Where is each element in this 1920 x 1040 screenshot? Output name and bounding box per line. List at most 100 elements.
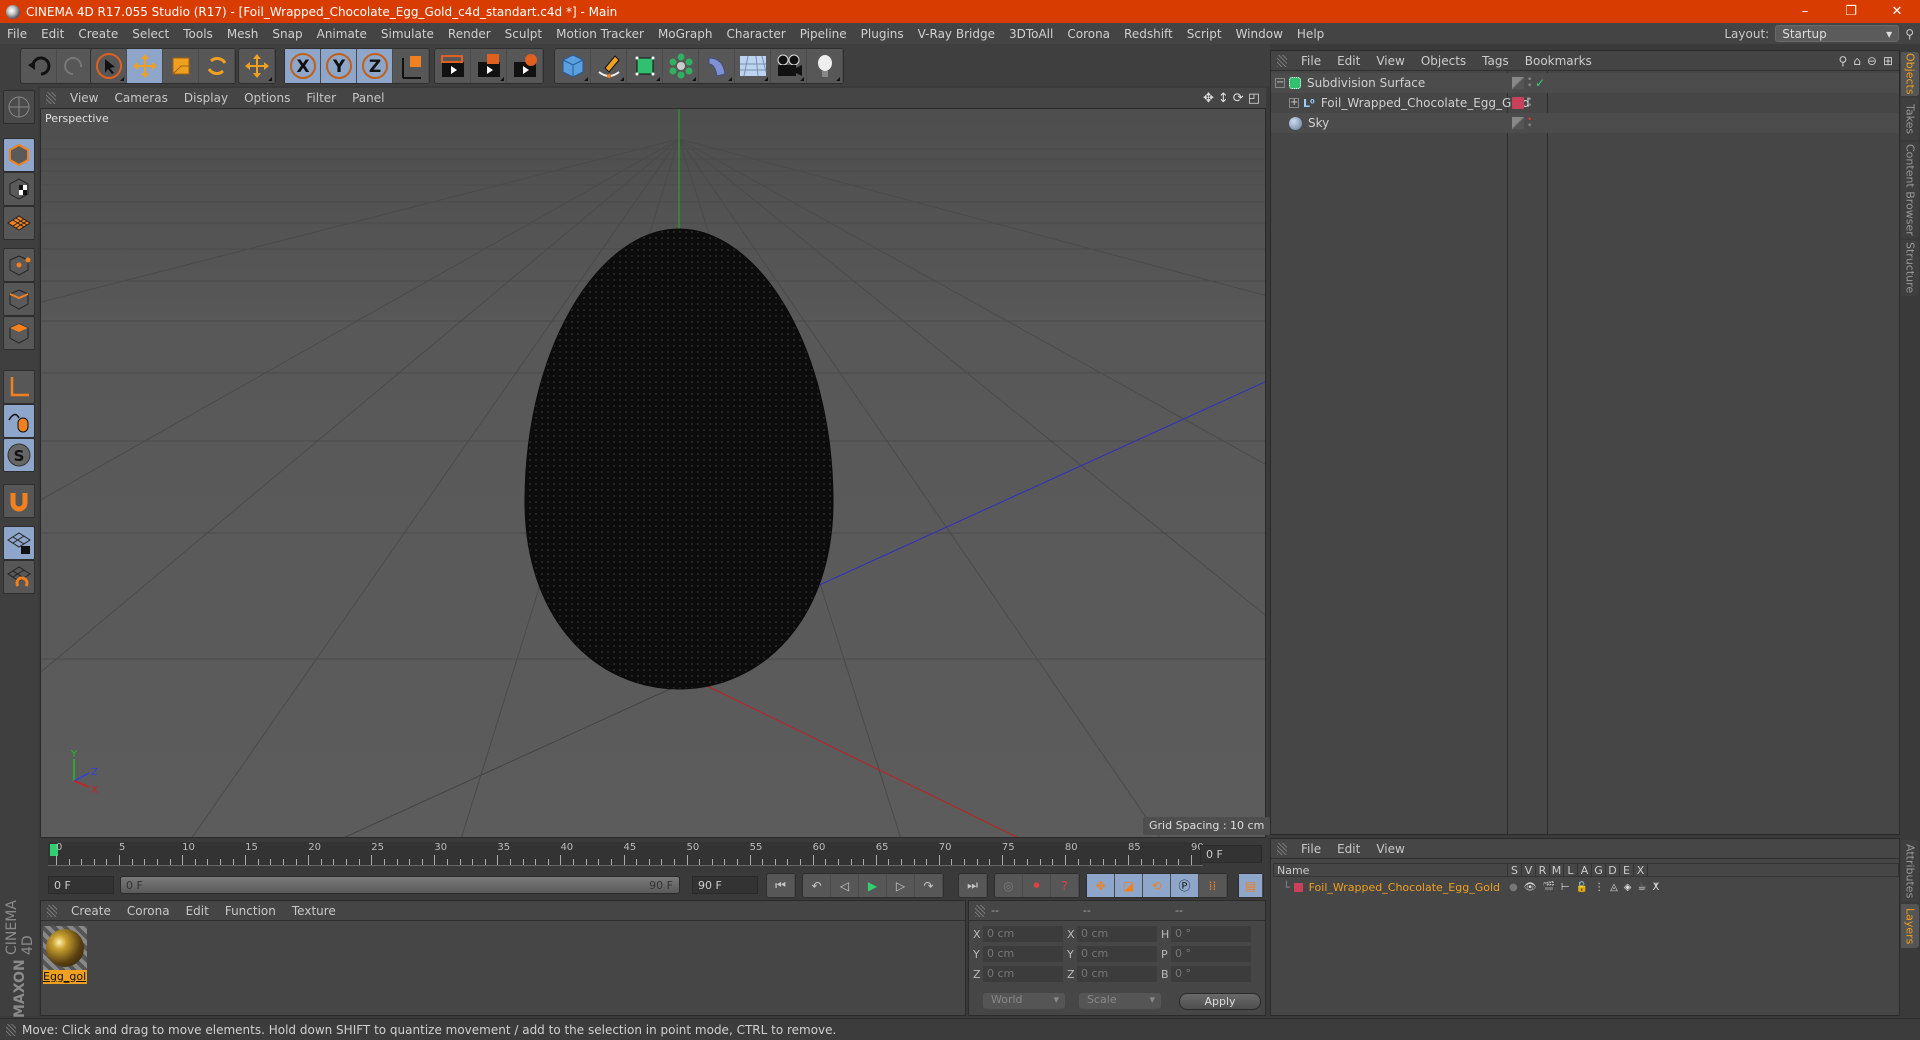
layer-column-r[interactable]: R xyxy=(1536,864,1550,877)
coord-position-field[interactable]: 0 cm xyxy=(983,966,1063,982)
menu-mesh[interactable]: Mesh xyxy=(220,27,266,41)
key-scale-icon[interactable]: ◪ xyxy=(1115,874,1143,897)
menu-tools[interactable]: Tools xyxy=(176,27,220,41)
coord-size-field[interactable]: 0 cm xyxy=(1077,966,1157,982)
menu-simulate[interactable]: Simulate xyxy=(374,27,441,41)
layer-column-x[interactable]: X xyxy=(1634,864,1648,877)
panel-grip[interactable] xyxy=(1277,842,1287,855)
menu-window[interactable]: Window xyxy=(1229,27,1290,41)
object-menu-edit[interactable]: Edit xyxy=(1329,54,1368,68)
search-icon[interactable]: ⚲ xyxy=(1838,54,1847,68)
layer-animation-icon[interactable]: ⋮ xyxy=(1594,882,1604,893)
layer-menu-file[interactable]: File xyxy=(1293,842,1329,856)
3d-viewport[interactable]: Y Z X xyxy=(40,108,1266,838)
prev-frame-icon[interactable]: ◁ xyxy=(831,874,859,897)
material-menu-function[interactable]: Function xyxy=(217,904,284,918)
workplane-align-icon[interactable] xyxy=(3,560,35,594)
texture-mode-icon[interactable] xyxy=(3,172,35,206)
edges-mode-icon[interactable] xyxy=(3,282,35,316)
undo-icon[interactable] xyxy=(21,49,57,83)
material-menu-create[interactable]: Create xyxy=(63,904,119,918)
tab-objects[interactable]: Objects xyxy=(1901,52,1919,96)
viewport-menu-options[interactable]: Options xyxy=(236,91,298,105)
viewport-menu-filter[interactable]: Filter xyxy=(298,91,344,105)
object-menu-tags[interactable]: Tags xyxy=(1474,54,1517,68)
coord-size-field[interactable]: 0 cm xyxy=(1077,926,1157,942)
layer-column-e[interactable]: E xyxy=(1620,864,1634,877)
coord-size-field[interactable]: 0 cm xyxy=(1077,946,1157,962)
cube-primitive-icon[interactable] xyxy=(555,49,591,83)
layer-name[interactable]: Foil_Wrapped_Chocolate_Egg_Gold xyxy=(1309,881,1500,894)
key-pla-icon[interactable]: ⁞⁞ xyxy=(1199,874,1227,897)
light-icon[interactable] xyxy=(807,49,843,83)
workplane-mode-icon[interactable] xyxy=(3,206,35,240)
object-row-foil-egg[interactable]: + L⁰ Foil_Wrapped_Chocolate_Egg_Gold • • xyxy=(1271,93,1899,113)
key-position-icon[interactable]: ✥ xyxy=(1087,874,1115,897)
object-menu-view[interactable]: View xyxy=(1368,54,1412,68)
prev-key-icon[interactable]: ↶ xyxy=(803,874,831,897)
material-name[interactable]: Egg_gol xyxy=(43,970,87,984)
layer-column-l[interactable]: L xyxy=(1564,864,1578,877)
magnet-icon[interactable] xyxy=(3,484,35,518)
mograph-cloner-icon[interactable] xyxy=(663,49,699,83)
search-icon[interactable]: ⚲ xyxy=(1905,27,1914,41)
menu-script[interactable]: Script xyxy=(1180,27,1229,41)
coord-rotation-field[interactable]: 0 ° xyxy=(1171,946,1251,962)
material-menu-edit[interactable]: Edit xyxy=(178,904,217,918)
panel-grip[interactable] xyxy=(47,904,57,917)
layer-column-s[interactable]: S xyxy=(1508,864,1522,877)
layer-column-v[interactable]: V xyxy=(1522,864,1536,877)
goto-end-icon[interactable]: ⏭ xyxy=(959,874,987,897)
coord-position-field[interactable]: 0 cm xyxy=(983,926,1063,942)
panel-grip[interactable] xyxy=(46,92,56,104)
layer-column-a[interactable]: A xyxy=(1578,864,1592,877)
editor-visibility-icon[interactable] xyxy=(1512,77,1524,89)
menu-edit[interactable]: Edit xyxy=(34,27,71,41)
enabled-check-icon[interactable]: ✓ xyxy=(1535,76,1545,90)
layer-row[interactable]: └ Foil_Wrapped_Chocolate_Egg_Gold ● 👁 🎬 … xyxy=(1273,879,1899,895)
move-icon[interactable] xyxy=(127,49,163,83)
layer-column-name[interactable]: Name xyxy=(1274,864,1508,877)
tweak-mode-icon[interactable] xyxy=(3,404,35,438)
layer-color-swatch[interactable] xyxy=(1293,882,1303,892)
layer-column-d[interactable]: D xyxy=(1606,864,1620,877)
move-last-icon[interactable] xyxy=(239,49,275,83)
render-view-icon[interactable] xyxy=(435,49,471,83)
orbit-view-icon[interactable]: ⟳ xyxy=(1233,91,1244,106)
menu-corona[interactable]: Corona xyxy=(1060,27,1117,41)
next-key-icon[interactable]: ↷ xyxy=(915,874,943,897)
viewport-menu-display[interactable]: Display xyxy=(176,91,236,105)
polygons-mode-icon[interactable] xyxy=(3,316,35,350)
tab-layers[interactable]: Layers xyxy=(1901,904,1919,948)
end-frame-field[interactable]: 90 F xyxy=(692,876,758,894)
tab-structure[interactable]: Structure xyxy=(1901,240,1919,296)
viewport-menu-panel[interactable]: Panel xyxy=(344,91,392,105)
y-axis-lock-icon[interactable]: Y xyxy=(321,49,357,83)
camera-icon[interactable] xyxy=(771,49,807,83)
layer-manager-icon[interactable]: ⊢ xyxy=(1561,882,1570,893)
editor-visibility-icon[interactable] xyxy=(1512,117,1524,129)
frame-range-slider[interactable]: 0 F 90 F xyxy=(120,876,680,894)
keyframe-selection-icon[interactable]: ? xyxy=(1051,874,1079,897)
object-menu-bookmarks[interactable]: Bookmarks xyxy=(1517,54,1600,68)
object-menu-file[interactable]: File xyxy=(1293,54,1329,68)
redo-icon[interactable] xyxy=(57,49,93,83)
visibility-dots-icon[interactable]: • • xyxy=(1527,76,1532,91)
layer-xref-icon[interactable]: ⵅ xyxy=(1652,882,1659,893)
tab-content-browser[interactable]: Content Browser xyxy=(1901,142,1919,238)
menu-animate[interactable]: Animate xyxy=(310,27,374,41)
dolly-view-icon[interactable]: ↕ xyxy=(1218,91,1229,106)
viewport-menu-view[interactable]: View xyxy=(62,91,106,105)
object-menu-objects[interactable]: Objects xyxy=(1413,54,1474,68)
menu-help[interactable]: Help xyxy=(1290,27,1331,41)
filter-icon[interactable]: ⊖ xyxy=(1867,54,1877,68)
tab-attributes[interactable]: Attributes xyxy=(1901,840,1919,902)
panel-grip[interactable] xyxy=(975,904,985,917)
deformer-bend-icon[interactable] xyxy=(699,49,735,83)
menu-create[interactable]: Create xyxy=(71,27,125,41)
new-view-icon[interactable]: ⊞ xyxy=(1883,54,1893,68)
material-menu-corona[interactable]: Corona xyxy=(119,904,178,918)
layer-menu-edit[interactable]: Edit xyxy=(1329,842,1368,856)
layer-solo-icon[interactable]: ● xyxy=(1509,882,1518,893)
menu-render[interactable]: Render xyxy=(441,27,498,41)
